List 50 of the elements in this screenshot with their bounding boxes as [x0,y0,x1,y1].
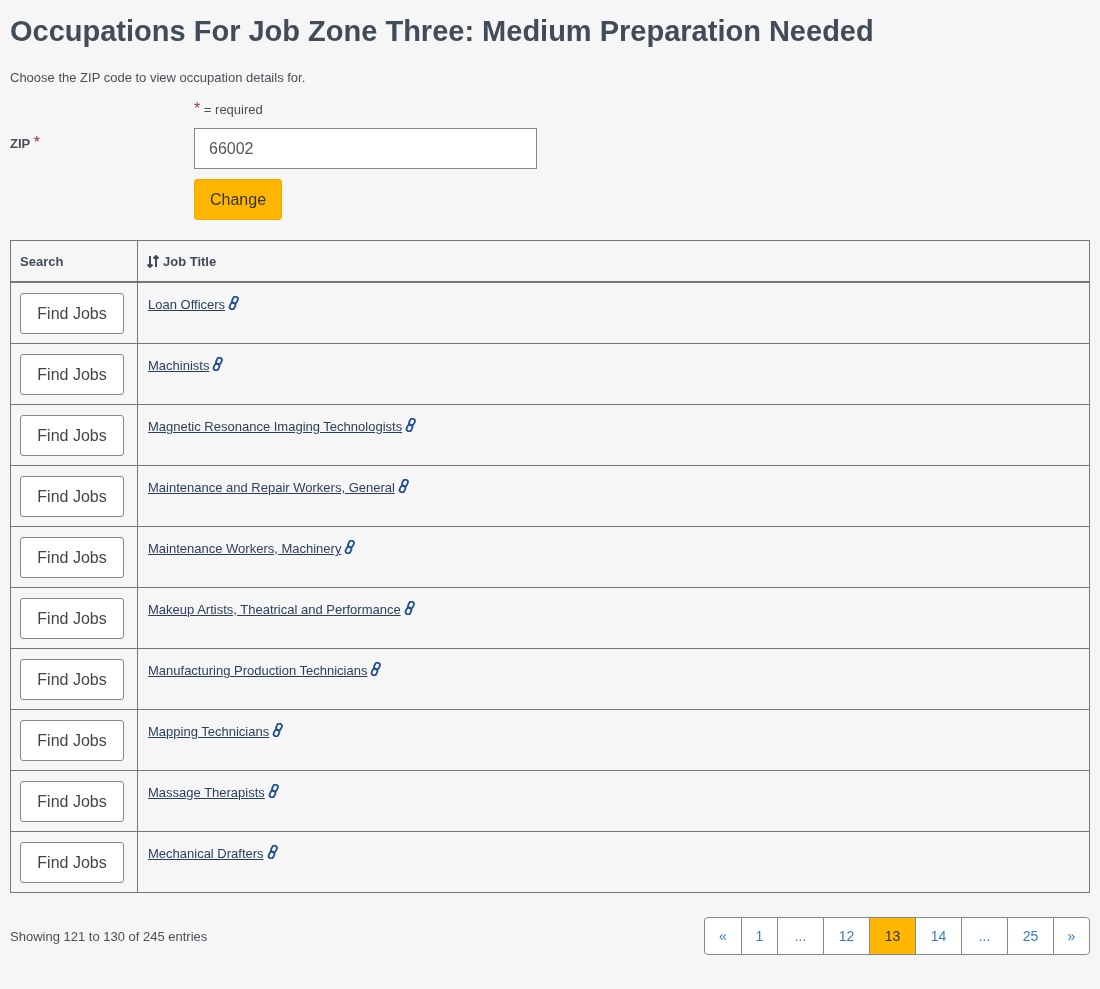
page-link[interactable]: » [1053,918,1089,954]
required-asterisk: * [194,100,201,117]
find-jobs-button[interactable]: Find Jobs [20,659,124,700]
link-icon [403,601,416,615]
column-header: Search [10,240,138,282]
link-icon [272,723,285,737]
page-link[interactable]: 25 [1007,918,1053,954]
page-link[interactable]: 14 [915,918,961,954]
change-button[interactable]: Change [194,179,283,220]
job-title-link[interactable]: Mechanical Drafters [148,846,264,861]
find-jobs-button[interactable]: Find Jobs [20,842,124,883]
required-note: = required [203,102,263,117]
link-icon [370,662,383,676]
link-icon [266,845,279,859]
link-icon [267,784,280,798]
link-icon [344,540,357,554]
page-link[interactable]: ... [961,918,1007,954]
page-link[interactable]: « [705,918,741,954]
entries-status: Showing 121 to 130 of 245 entries [10,928,208,944]
find-jobs-button[interactable]: Find Jobs [20,415,124,456]
intro-text: Choose the ZIP code to view occupation details for. [10,70,306,85]
job-title-link[interactable]: Makeup Artists, Theatrical and Performance [148,602,401,617]
page-link[interactable]: 1 [741,918,777,954]
job-title-link[interactable]: Magnetic Resonance Imaging Technologists [148,419,403,434]
page-link[interactable]: ... [777,918,823,954]
link-icon [397,479,410,493]
link-icon [212,357,225,371]
sort-icon [147,254,159,268]
find-jobs-button[interactable]: Find Jobs [20,293,124,334]
zip-label: ZIP [10,136,30,151]
zip-field[interactable]: 66002 [194,128,537,169]
find-jobs-button[interactable]: Find Jobs [20,720,124,761]
link-icon [405,418,418,432]
page-link[interactable]: 13 [869,918,915,954]
required-asterisk: * [33,134,40,151]
job-title-link[interactable]: Maintenance Workers, Machinery [148,541,342,556]
column-header[interactable]: Job Title [137,240,1090,282]
find-jobs-button[interactable]: Find Jobs [20,598,124,639]
job-title-link[interactable]: Machinists [148,358,210,373]
job-title-link[interactable]: Maintenance and Repair Workers, General [148,480,395,495]
find-jobs-button[interactable]: Find Jobs [20,537,124,578]
job-title-link[interactable]: Massage Therapists [148,785,265,800]
find-jobs-button[interactable]: Find Jobs [20,781,124,822]
page-title: Occupations For Job Zone Three: Medium Preparation Needed [10,14,875,49]
link-icon [228,296,241,310]
find-jobs-button[interactable]: Find Jobs [20,476,124,517]
job-title-link[interactable]: Mapping Technicians [148,724,270,739]
find-jobs-button[interactable]: Find Jobs [20,354,124,395]
job-title-link[interactable]: Manufacturing Production Technicians [148,663,368,678]
job-title-link[interactable]: Loan Officers [148,297,226,312]
